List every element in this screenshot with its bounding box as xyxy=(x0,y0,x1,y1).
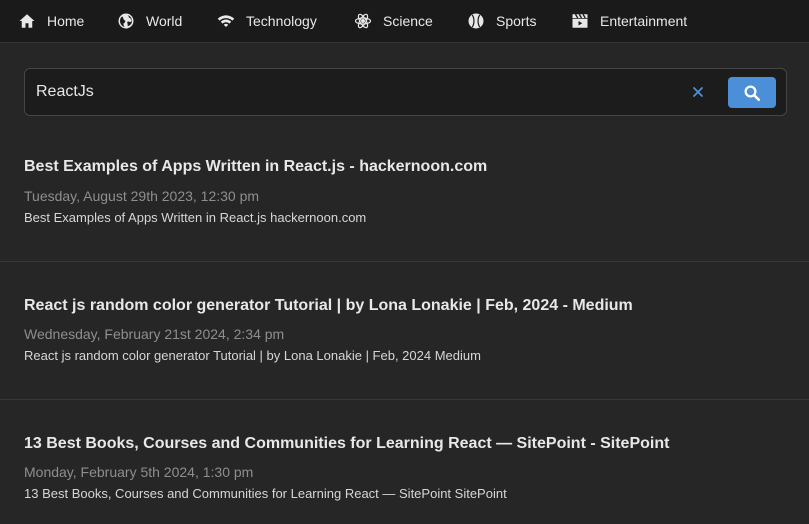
article-date: Monday, February 5th 2024, 1:30 pm xyxy=(24,464,254,480)
article-date: Tuesday, August 29th 2023, 12:30 pm xyxy=(24,188,260,204)
nav-item-label: World xyxy=(146,13,183,29)
top-navbar: Home World Technology Science Sports Ent… xyxy=(0,0,809,43)
atom-icon xyxy=(354,13,372,29)
divider xyxy=(0,399,809,400)
nav-item-science[interactable]: Science xyxy=(354,0,433,42)
nav-item-technology[interactable]: Technology xyxy=(217,0,317,42)
globe-icon xyxy=(118,13,134,29)
clear-search-button[interactable] xyxy=(687,81,709,103)
clapperboard-icon xyxy=(572,13,588,28)
nav-item-label: Sports xyxy=(496,13,537,29)
divider xyxy=(0,261,809,262)
nav-item-label: Home xyxy=(47,13,85,29)
search-bar xyxy=(24,68,787,116)
article-title[interactable]: React js random color generator Tutorial… xyxy=(24,297,633,315)
nav-item-home[interactable]: Home xyxy=(18,0,84,42)
search-input[interactable] xyxy=(36,79,676,105)
article-description: 13 Best Books, Courses and Communities f… xyxy=(24,486,507,501)
nav-item-world[interactable]: World xyxy=(117,0,182,42)
close-icon xyxy=(693,87,703,97)
article-title[interactable]: Best Examples of Apps Written in React.j… xyxy=(24,158,487,176)
nav-item-sports[interactable]: Sports xyxy=(467,0,536,42)
article-title[interactable]: 13 Best Books, Courses and Communities f… xyxy=(24,435,669,453)
nav-item-entertainment[interactable]: Entertainment xyxy=(571,0,687,42)
nav-item-label: Technology xyxy=(246,13,317,29)
article-description: React js random color generator Tutorial… xyxy=(24,348,481,363)
wifi-icon xyxy=(217,15,235,27)
nav-item-label: Science xyxy=(383,13,433,29)
search-button[interactable] xyxy=(728,77,776,108)
baseball-icon xyxy=(468,13,484,29)
search-icon xyxy=(744,85,761,101)
article-description: Best Examples of Apps Written in React.j… xyxy=(24,210,367,225)
home-icon xyxy=(19,14,35,28)
article-date: Wednesday, February 21st 2024, 2:34 pm xyxy=(24,326,285,342)
nav-item-label: Entertainment xyxy=(600,13,688,29)
